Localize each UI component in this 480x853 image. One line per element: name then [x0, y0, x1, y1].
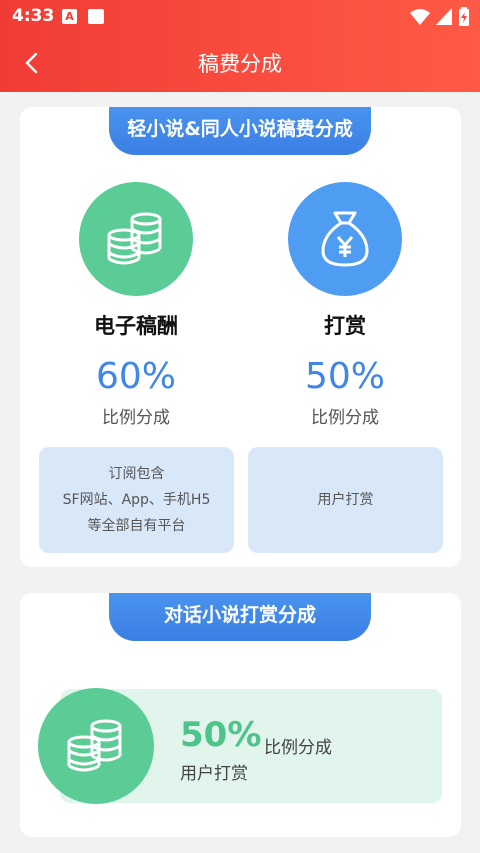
dialogue-tip-sub: 比例分成: [264, 738, 332, 758]
battery-icon: [459, 7, 469, 26]
notification-a-icon: A: [62, 9, 77, 24]
coins-icon: [38, 688, 154, 804]
tip-sub: 比例分成: [311, 408, 379, 428]
dialogue-tip-note: 用户打赏: [180, 764, 248, 784]
status-bar: 4:33 A: [0, 0, 480, 34]
tip-column: 打赏 50% 比例分成: [265, 182, 425, 428]
ebook-royalty-sub: 比例分成: [102, 408, 170, 428]
novel-royalty-card: 轻小说&同人小说稿费分成 电子稿酬 60% 比例分成 打赏 50% 比例分成 订…: [20, 107, 461, 567]
section-tab: 轻小说&同人小说稿费分成: [109, 107, 371, 155]
bottom-edge: [0, 849, 480, 853]
dialogue-tip-percent: 50%: [180, 715, 262, 755]
box-line: 订阅包含: [108, 466, 165, 482]
status-time: 4:33: [12, 6, 55, 26]
status-icons: [410, 7, 470, 27]
ebook-royalty-percent: 60%: [95, 356, 176, 397]
notification-book-icon: [88, 9, 104, 24]
wifi-icon: [410, 9, 430, 25]
money-bag-icon: [288, 182, 402, 296]
app-bar: 稿费分成: [0, 34, 480, 92]
tip-title: 打赏: [324, 314, 366, 338]
dialogue-novel-card: 对话小说打赏分成 50% 比例分成 用户打赏: [20, 593, 461, 837]
section-tab: 对话小说打赏分成: [109, 593, 371, 641]
tip-info-box: 用户打赏: [248, 447, 443, 553]
coins-icon: [79, 182, 193, 296]
box-line: SF网站、App、手机H5: [62, 492, 211, 508]
signal-icon: [436, 8, 452, 25]
box-line: 等全部自有平台: [87, 518, 186, 534]
tip-percent: 50%: [304, 356, 385, 397]
ebook-royalty-title: 电子稿酬: [94, 314, 178, 338]
box-line: 用户打赏: [317, 492, 374, 508]
page-title: 稿费分成: [198, 52, 282, 76]
subscription-info-box: 订阅包含 SF网站、App、手机H5 等全部自有平台: [39, 447, 234, 553]
ebook-royalty-column: 电子稿酬 60% 比例分成: [56, 182, 216, 428]
